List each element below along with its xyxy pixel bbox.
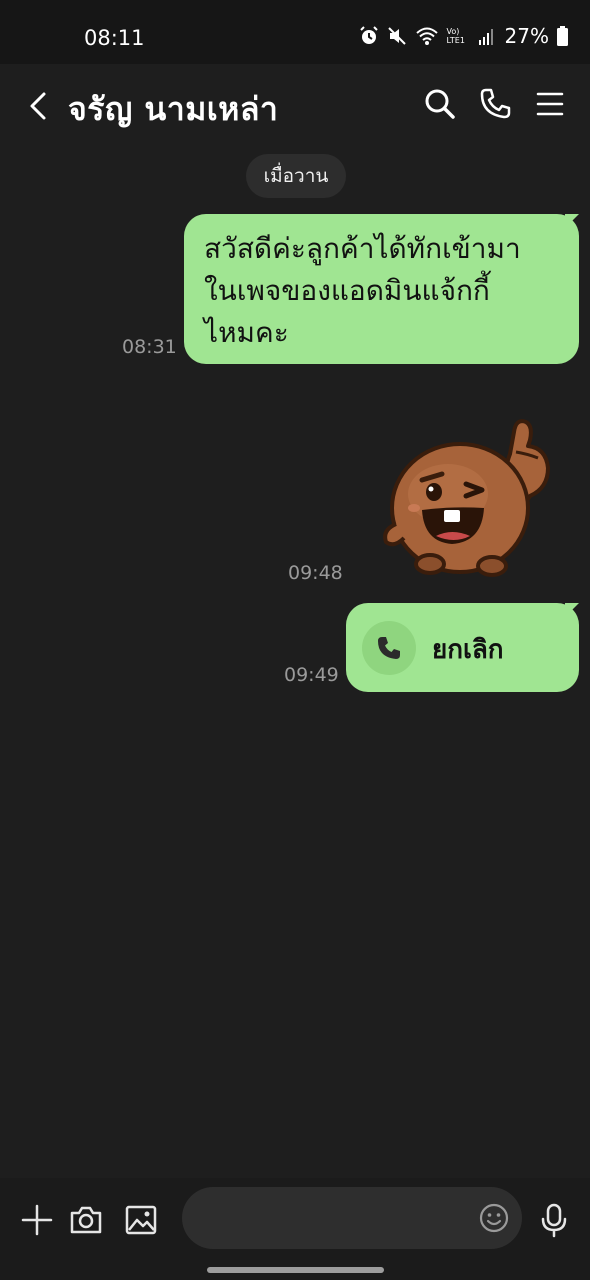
status-bar: 08:11 Vo) LTE1 27% bbox=[0, 0, 590, 64]
date-separator: เมื่อวาน bbox=[246, 154, 346, 198]
sticker-image[interactable] bbox=[378, 412, 558, 582]
home-indicator[interactable] bbox=[207, 1267, 384, 1273]
bubble-tail bbox=[565, 214, 579, 228]
alarm-icon bbox=[359, 26, 378, 44]
status-time: 08:11 bbox=[84, 26, 145, 50]
message-time: 09:48 bbox=[288, 562, 343, 584]
phone-icon bbox=[378, 637, 400, 659]
message-line: ในเพจของแอดมินแจ้กกี้ bbox=[204, 274, 490, 307]
message-time: 09:49 bbox=[284, 664, 339, 686]
network-label: Vo) LTE1 bbox=[446, 27, 465, 45]
message-time: 08:31 bbox=[122, 336, 177, 358]
wifi-icon bbox=[415, 27, 438, 45]
emoji-icon[interactable] bbox=[478, 1202, 510, 1234]
message-input[interactable] bbox=[182, 1187, 522, 1249]
mute-icon bbox=[387, 27, 406, 45]
message-line: สวัสดีค่ะลูกค้าได้ทักเข้ามา bbox=[204, 232, 521, 265]
message-input-bar bbox=[0, 1178, 590, 1280]
message-bubble[interactable]: สวัสดีค่ะลูกค้าได้ทักเข้ามา ในเพจของแอดม… bbox=[184, 214, 579, 364]
battery-icon bbox=[557, 26, 568, 46]
chat-header: จรัญ นามเหล่า bbox=[0, 64, 590, 148]
menu-icon[interactable] bbox=[532, 86, 568, 122]
search-icon[interactable] bbox=[422, 86, 458, 122]
plus-icon[interactable] bbox=[19, 1202, 55, 1238]
status-icons: Vo) LTE1 27% bbox=[359, 24, 568, 48]
bubble-tail bbox=[565, 603, 579, 617]
camera-icon[interactable] bbox=[68, 1202, 104, 1238]
call-bubble[interactable]: ยกเลิก bbox=[346, 603, 579, 692]
signal-icon bbox=[478, 29, 493, 45]
back-icon[interactable] bbox=[22, 86, 54, 126]
phone-icon[interactable] bbox=[477, 86, 513, 122]
contact-name[interactable]: จรัญ นามเหล่า bbox=[68, 84, 278, 135]
call-status-label: ยกเลิก bbox=[432, 635, 504, 665]
image-icon[interactable] bbox=[123, 1202, 159, 1238]
message-line: ไหมคะ bbox=[204, 316, 289, 349]
mic-icon[interactable] bbox=[536, 1202, 572, 1238]
battery-percent: 27% bbox=[504, 24, 549, 48]
call-icon-circle bbox=[362, 621, 416, 675]
